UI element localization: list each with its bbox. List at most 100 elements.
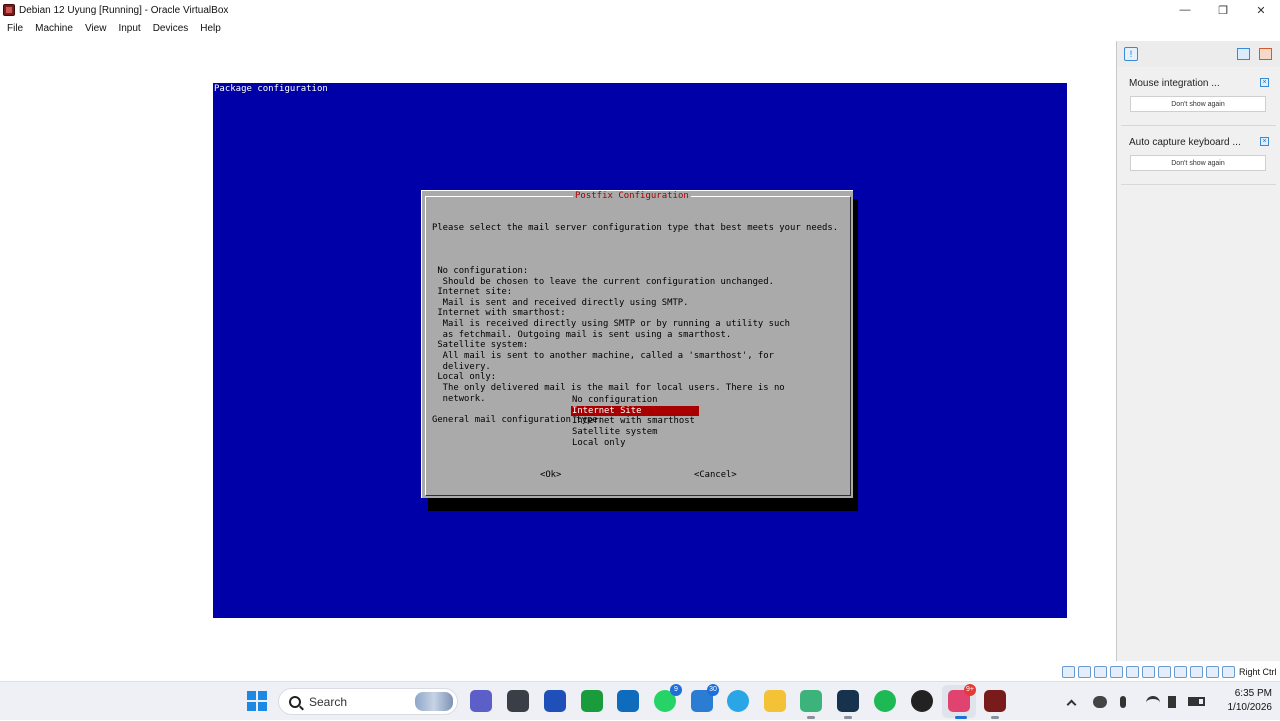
dialog-body-line: Satellite system:	[432, 340, 529, 351]
dialog-body-line: Internet site:	[432, 287, 513, 298]
outlook-icon[interactable]	[617, 690, 639, 712]
dialog-body-line: Mail is received directly using SMTP or …	[432, 319, 790, 330]
dismiss-all-icon[interactable]	[1259, 48, 1272, 60]
chevron-up-icon[interactable]	[1066, 699, 1077, 709]
cancel-button[interactable]: <Cancel>	[694, 470, 737, 480]
menu-help[interactable]: Help	[200, 23, 221, 34]
option-satellite-system[interactable]: Satellite system	[571, 427, 699, 438]
recording-icon[interactable]	[1174, 666, 1187, 678]
dialog-body-line: No configuration:	[432, 265, 529, 276]
steam-icon[interactable]	[837, 690, 859, 712]
keyboard-capture-icon[interactable]	[1222, 666, 1235, 678]
minimize-button[interactable]: —	[1166, 0, 1204, 20]
notification-center: ! Mouse integration ... × Don't show aga…	[1116, 41, 1280, 661]
dialog-body-line: All mail is sent to another machine, cal…	[432, 351, 774, 362]
info-icon: !	[1124, 47, 1138, 61]
taskbar-clock[interactable]: 6:35 PM 1/10/2026	[1212, 687, 1273, 715]
dialog-body-line: The only delivered mail is the mail for …	[432, 382, 785, 393]
dialog-body-line: delivery.	[432, 361, 491, 372]
dialog-body-line: as fetchmail. Outgoing mail is sent usin…	[432, 329, 732, 340]
taskbar: Search 9 30 9+ 6:35 PM 1/10/2026	[0, 681, 1280, 720]
notification-header: !	[1117, 41, 1280, 67]
postfix-dialog: Postfix Configuration Please select the …	[421, 190, 853, 498]
wifi-icon[interactable]	[1146, 695, 1160, 708]
store-icon[interactable]	[800, 690, 822, 712]
active-indicator	[955, 716, 967, 719]
menu-file[interactable]: File	[7, 23, 23, 34]
running-indicator	[991, 716, 999, 719]
teams-icon[interactable]	[470, 690, 492, 712]
onedrive-icon[interactable]	[1093, 695, 1107, 708]
search-label: Search	[309, 694, 348, 709]
dialog-body-line	[432, 255, 838, 266]
audio-icon[interactable]	[1094, 666, 1107, 678]
window-controls: — ❐ ✕	[1166, 0, 1280, 20]
dialog-title: Postfix Configuration	[573, 191, 691, 202]
battery-icon[interactable]	[1188, 697, 1205, 706]
unity-icon[interactable]	[507, 690, 529, 712]
dont-show-again-button[interactable]: Don't show again	[1130, 96, 1266, 112]
dont-show-again-label: Don't show again	[1171, 100, 1225, 108]
visual-studio-icon[interactable]	[544, 690, 566, 712]
search-icon	[289, 695, 301, 708]
clock-date: 1/10/2026	[1227, 702, 1273, 713]
virtualbox-taskbar-icon[interactable]	[984, 690, 1006, 712]
menu-bar: File Machine View Input Devices Help	[0, 20, 226, 37]
whatsapp-badge: 9	[670, 684, 682, 696]
dialog-body-line: Should be chosen to leave the current co…	[432, 276, 774, 287]
close-notification-icon[interactable]: ×	[1260, 78, 1269, 87]
shared-folders-icon[interactable]	[1142, 666, 1155, 678]
vm-status-bar: Right Ctrl	[1062, 664, 1277, 680]
restore-button[interactable]: ❐	[1204, 0, 1242, 20]
search-highlight-image	[415, 692, 453, 711]
obs-icon[interactable]	[911, 690, 933, 712]
dont-show-again-button[interactable]: Don't show again	[1130, 155, 1266, 171]
running-indicator	[844, 716, 852, 719]
hard-disk-icon[interactable]	[1062, 666, 1075, 678]
option-local-only[interactable]: Local only	[571, 438, 699, 449]
dialog-body-line: Mail is sent and received directly using…	[432, 297, 689, 308]
edge-icon[interactable]	[727, 690, 749, 712]
menu-devices[interactable]: Devices	[153, 23, 189, 34]
option-internet-with-smarthost[interactable]: Internet with smarthost	[571, 416, 699, 427]
menu-machine[interactable]: Machine	[35, 23, 73, 34]
package-configuration-title: Package configuration	[214, 84, 328, 94]
discord-badge: 9+	[964, 684, 976, 696]
optical-drive-icon[interactable]	[1078, 666, 1091, 678]
microphone-icon[interactable]	[1120, 695, 1126, 708]
xbox-icon[interactable]	[581, 690, 603, 712]
speaker-icon[interactable]	[1168, 695, 1176, 708]
clock-time: 6:35 PM	[1234, 688, 1272, 699]
host-key-label: Right Ctrl	[1239, 667, 1277, 677]
option-internet-site[interactable]: Internet Site	[571, 405, 699, 417]
menu-input[interactable]: Input	[118, 23, 140, 34]
notification-title: Mouse integration ...	[1129, 78, 1220, 89]
option-no-configuration[interactable]: No configuration	[571, 395, 699, 406]
ok-button[interactable]: <Ok>	[540, 470, 561, 480]
vm-display[interactable]: Package configuration Postfix Configurat…	[213, 83, 1067, 618]
dont-show-again-label: Don't show again	[1171, 159, 1225, 167]
close-button[interactable]: ✕	[1242, 0, 1280, 20]
discord-icon[interactable]: 9+	[948, 684, 976, 712]
start-button[interactable]	[247, 691, 267, 711]
taskbar-search[interactable]: Search	[278, 688, 458, 715]
file-explorer-icon[interactable]	[764, 690, 786, 712]
whatsapp-icon[interactable]: 9	[654, 684, 682, 712]
chat-app-icon[interactable]: 30	[691, 684, 719, 712]
display-icon[interactable]	[1158, 666, 1171, 678]
cpu-icon[interactable]	[1190, 666, 1203, 678]
spotify-icon[interactable]	[874, 690, 896, 712]
network-icon[interactable]	[1110, 666, 1123, 678]
collapse-panel-icon[interactable]	[1237, 48, 1250, 60]
mail-config-type-list: No configuration Internet Site Internet …	[571, 395, 699, 448]
dialog-body-line: Local only:	[432, 372, 497, 383]
mouse-integration-icon[interactable]	[1206, 666, 1219, 678]
usb-icon[interactable]	[1126, 666, 1139, 678]
menu-view[interactable]: View	[85, 23, 107, 34]
notification-mouse-integration: Mouse integration ... × Don't show again	[1121, 68, 1276, 126]
window-titlebar: Debian 12 Uyung [Running] - Oracle Virtu…	[0, 0, 1280, 20]
system-tray	[1066, 682, 1218, 721]
notification-auto-capture-keyboard: Auto capture keyboard ... × Don't show a…	[1121, 127, 1276, 185]
close-notification-icon[interactable]: ×	[1260, 137, 1269, 146]
dialog-body-line: Internet with smarthost:	[432, 308, 566, 319]
